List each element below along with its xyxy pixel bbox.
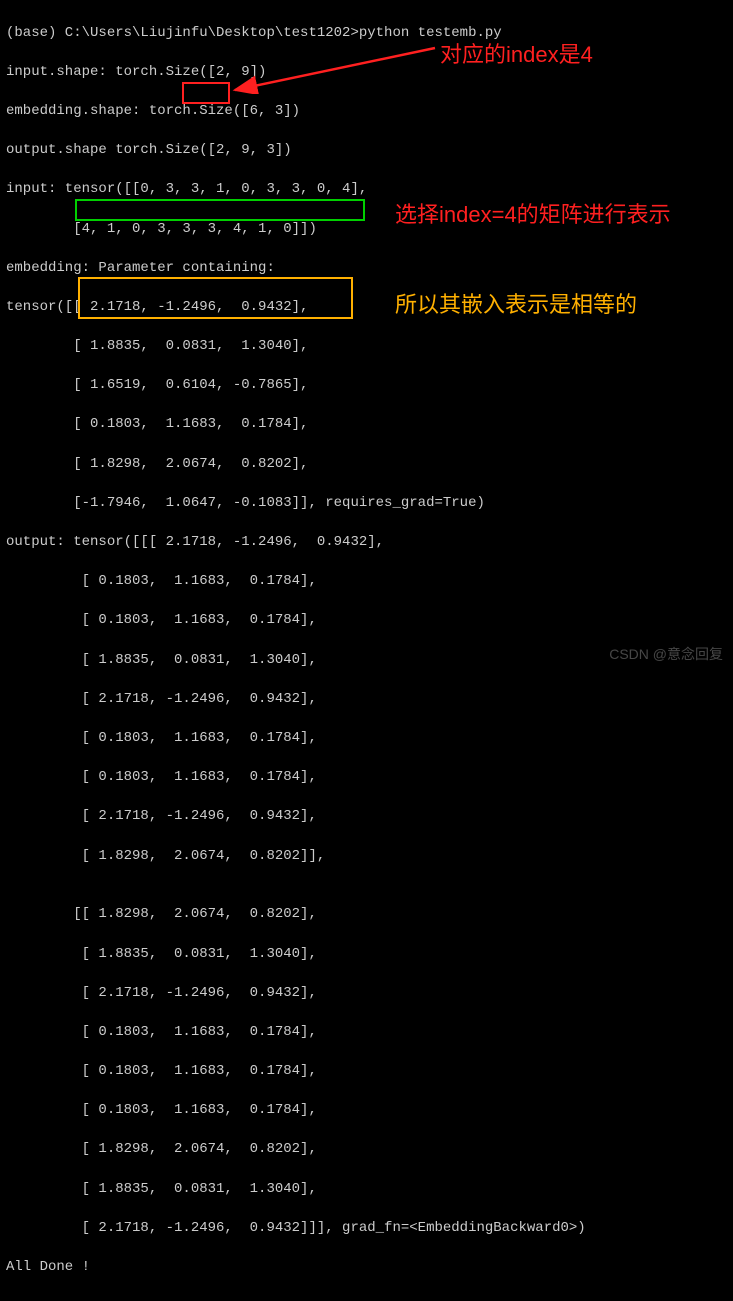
output-line: output: tensor([[[ 2.1718, -1.2496, 0.94…: [6, 533, 727, 553]
output-line: [ 0.1803, 1.1683, 0.1784],: [6, 1023, 727, 1043]
output-line: [ 1.6519, 0.6104, -0.7865],: [6, 376, 727, 396]
output-line: embedding: Parameter containing:: [6, 259, 727, 279]
output-line: [ 1.8835, 0.0831, 1.3040],: [6, 337, 727, 357]
watermark: CSDN @意念回复: [609, 645, 723, 665]
output-line: [ 1.8835, 0.0831, 1.3040],: [6, 945, 727, 965]
output-line: [ 2.1718, -1.2496, 0.9432]]], grad_fn=<E…: [6, 1219, 727, 1239]
output-line: [ 1.8298, 2.0674, 0.8202],: [6, 1140, 727, 1160]
output-line: [ 0.1803, 1.1683, 0.1784],: [6, 611, 727, 631]
output-line: All Done !: [6, 1258, 727, 1278]
output-line: [ 0.1803, 1.1683, 0.1784],: [6, 1101, 727, 1121]
output-line: [[ 1.8298, 2.0674, 0.8202],: [6, 905, 727, 925]
output-line: [ 1.8835, 0.0831, 1.3040],: [6, 1180, 727, 1200]
output-line: tensor([[ 2.1718, -1.2496, 0.9432],: [6, 298, 727, 318]
output-line: [ 2.1718, -1.2496, 0.9432],: [6, 690, 727, 710]
output-line: [ 0.1803, 1.1683, 0.1784],: [6, 729, 727, 749]
output-line: [ 0.1803, 1.1683, 0.1784],: [6, 415, 727, 435]
output-line: [ 2.1718, -1.2496, 0.9432],: [6, 984, 727, 1004]
output-line: input.shape: torch.Size([2, 9]): [6, 63, 727, 83]
output-line: [-1.7946, 1.0647, -0.1083]], requires_gr…: [6, 494, 727, 514]
output-line: input: tensor([[0, 3, 3, 1, 0, 3, 3, 0, …: [6, 180, 727, 200]
output-line: [ 2.1718, -1.2496, 0.9432],: [6, 807, 727, 827]
output-line: [ 1.8298, 2.0674, 0.8202],: [6, 455, 727, 475]
output-line: [4, 1, 0, 3, 3, 3, 4, 1, 0]]): [6, 220, 727, 240]
prompt-line: (base) C:\Users\Liujinfu\Desktop\test120…: [6, 24, 727, 44]
output-line: [ 1.8298, 2.0674, 0.8202]],: [6, 847, 727, 867]
output-line: embedding.shape: torch.Size([6, 3]): [6, 102, 727, 122]
output-line: [ 0.1803, 1.1683, 0.1784],: [6, 768, 727, 788]
output-line: [ 0.1803, 1.1683, 0.1784],: [6, 1062, 727, 1082]
output-line: output.shape torch.Size([2, 9, 3]): [6, 141, 727, 161]
output-line: [ 0.1803, 1.1683, 0.1784],: [6, 572, 727, 592]
